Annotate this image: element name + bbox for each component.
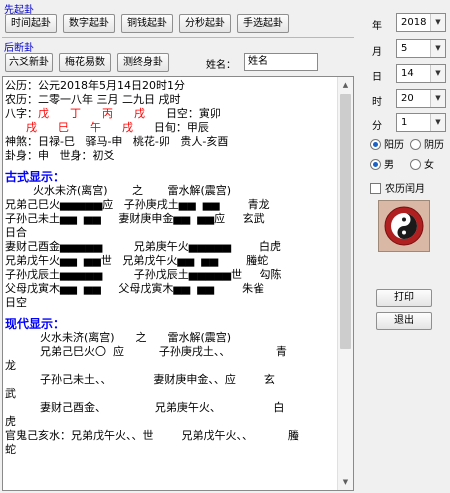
classic-line: 日合	[5, 226, 27, 239]
classic-line: 兄弟己巳火▅▅▅▅▅应 子孙庚戌土▅▅ ▅▅ 青龙	[5, 198, 270, 211]
classic-title: 火水未济(离宫) 之 雷水解(震宫)	[5, 184, 232, 197]
second-divination-button[interactable]: 分秒起卦	[179, 14, 231, 33]
hour-label: 时	[372, 97, 382, 108]
female-radio[interactable]: 女	[410, 159, 434, 172]
classic-line: 日空	[5, 296, 27, 309]
minute-value: 1	[401, 117, 408, 128]
reading-output[interactable]: 公历：公元2018年5月14日20时1分 农历：二零一八年 三月 二九日 戌时 …	[2, 76, 354, 491]
day-select[interactable]: 14 ▼	[396, 64, 446, 83]
year-label: 年	[372, 21, 382, 32]
hour-value: 20	[401, 93, 414, 104]
nongli-line: 农历：二零一八年 三月 二九日 戌时	[5, 93, 181, 106]
modern-line: 妻财己酉金、 兄弟庚午火、 白	[5, 401, 285, 414]
modern-title: 火水未济(离宫) 之 雷水解(震宫)	[5, 331, 232, 344]
group-label-duangua: 后断卦	[4, 43, 34, 54]
name-label: 姓名：	[206, 60, 236, 71]
lunar-label: 阴历	[424, 140, 444, 151]
day-label: 日	[372, 72, 382, 83]
year-select[interactable]: 2018 ▼	[396, 13, 446, 32]
bazi-line-1: 八字：戊 丁 丙 戌 日空：寅卯	[5, 107, 335, 121]
meihua-yishu-button[interactable]: 梅花易数	[59, 53, 111, 72]
bazi-char: 戌	[121, 121, 133, 134]
modern-line: 虎	[5, 415, 16, 428]
coin-divination-button[interactable]: 铜钱起卦	[121, 14, 173, 33]
new-liuyao-button[interactable]: 六爻新卦	[5, 53, 53, 72]
taiji-icon	[384, 206, 424, 246]
time-divination-button[interactable]: 时间起卦	[5, 14, 57, 33]
bazi-char: 戌	[25, 121, 37, 134]
minute-select[interactable]: 1 ▼	[396, 113, 446, 132]
radio-selected-icon[interactable]	[370, 159, 381, 170]
bazi-char: 丁	[69, 107, 81, 120]
classic-line: 子孙己未土▅▅ ▅▅ 妻财庚申金▅▅ ▅▅应 玄武	[5, 212, 265, 225]
month-value: 5	[401, 43, 408, 54]
hour-select[interactable]: 20 ▼	[396, 89, 446, 108]
bazi-char: 午	[89, 121, 101, 134]
year-value: 2018	[401, 17, 427, 28]
taiji-image	[378, 200, 430, 252]
classic-line: 父母戊寅木▅▅ ▅▅ 父母戊寅木▅▅ ▅▅ 朱雀	[5, 282, 265, 295]
month-label: 月	[372, 47, 382, 58]
checkbox-icon[interactable]	[370, 183, 381, 194]
chevron-down-icon[interactable]: ▼	[430, 114, 445, 131]
male-label: 男	[384, 160, 394, 171]
gongli-line: 公历：公元2018年5月14日20时1分	[5, 79, 185, 92]
name-input[interactable]: 姓名	[244, 53, 318, 71]
bazi-label: 八字：	[5, 107, 38, 120]
modern-line: 武	[5, 387, 16, 400]
scroll-down-icon[interactable]: ▼	[338, 474, 353, 490]
chevron-down-icon[interactable]: ▼	[430, 90, 445, 107]
bazi-char: 巳	[57, 121, 69, 134]
print-button[interactable]: 打印	[376, 289, 432, 307]
radio-selected-icon[interactable]	[370, 139, 381, 150]
chevron-down-icon[interactable]: ▼	[430, 40, 445, 57]
reading-content: 公历：公元2018年5月14日20时1分 农历：二零一八年 三月 二九日 戌时 …	[5, 79, 335, 457]
guashen-line: 卦身：申 世身：初爻	[5, 149, 115, 162]
rixun-note: 日旬：甲辰	[153, 121, 209, 134]
male-radio[interactable]: 男	[370, 159, 394, 172]
group-separator	[2, 37, 354, 38]
lunar-radio[interactable]: 阴历	[410, 139, 444, 152]
chevron-down-icon[interactable]: ▼	[430, 14, 445, 31]
output-scrollbar[interactable]: ▲ ▼	[337, 77, 353, 490]
scroll-up-icon[interactable]: ▲	[338, 77, 353, 93]
radio-icon[interactable]	[410, 139, 421, 150]
number-divination-button[interactable]: 数字起卦	[63, 14, 115, 33]
solar-label: 阳历	[384, 140, 404, 151]
female-label: 女	[424, 160, 434, 171]
bazi-char: 戌	[133, 107, 145, 120]
modern-line: 蛇	[5, 443, 16, 456]
classic-header: 古式显示：	[5, 170, 66, 184]
bazi-line-2: 戌 巳 午 戌 日旬：甲辰	[5, 121, 335, 135]
leap-month-label: 农历闰月	[385, 184, 425, 195]
shensha-line: 神煞：日禄-巳 驿马-申 桃花-卯 贵人-亥酉	[5, 135, 229, 148]
chevron-down-icon[interactable]: ▼	[430, 65, 445, 82]
modern-line: 龙	[5, 359, 16, 372]
rikong-note: 日空：寅卯	[165, 107, 221, 120]
solar-radio[interactable]: 阳历	[370, 139, 404, 152]
leap-month-checkbox[interactable]: 农历闰月	[370, 180, 425, 195]
classic-line: 兄弟戊午火▅▅ ▅▅世 兄弟戊午火▅▅ ▅▅ 螣蛇	[5, 254, 269, 267]
manual-divination-button[interactable]: 手选起卦	[237, 14, 289, 33]
radio-icon[interactable]	[410, 159, 421, 170]
bazi-char: 戊	[38, 107, 49, 120]
exit-button[interactable]: 退出	[376, 312, 432, 330]
modern-line: 子孙己未土、、 妻财庚申金、、应 玄	[5, 373, 275, 386]
classic-line: 子孙戊辰土▅▅▅▅▅ 子孙戊辰土▅▅▅▅▅世 勾陈	[5, 268, 282, 281]
day-value: 14	[401, 68, 414, 79]
modern-line: 兄弟己巳火〇 应 子孙庚戌土、、 青	[5, 345, 287, 358]
scroll-thumb[interactable]	[340, 94, 351, 349]
month-select[interactable]: 5 ▼	[396, 39, 446, 58]
modern-header: 现代显示：	[5, 317, 66, 331]
classic-line: 妻财己酉金▅▅▅▅▅ 兄弟庚午火▅▅▅▅▅ 白虎	[5, 240, 282, 253]
lifetime-gua-button[interactable]: 测终身卦	[117, 53, 169, 72]
minute-label: 分	[372, 121, 382, 132]
bazi-char: 丙	[101, 107, 113, 120]
modern-line: 官鬼己亥水：兄弟戊午火、、世 兄弟戊午火、、 螣	[5, 429, 299, 442]
